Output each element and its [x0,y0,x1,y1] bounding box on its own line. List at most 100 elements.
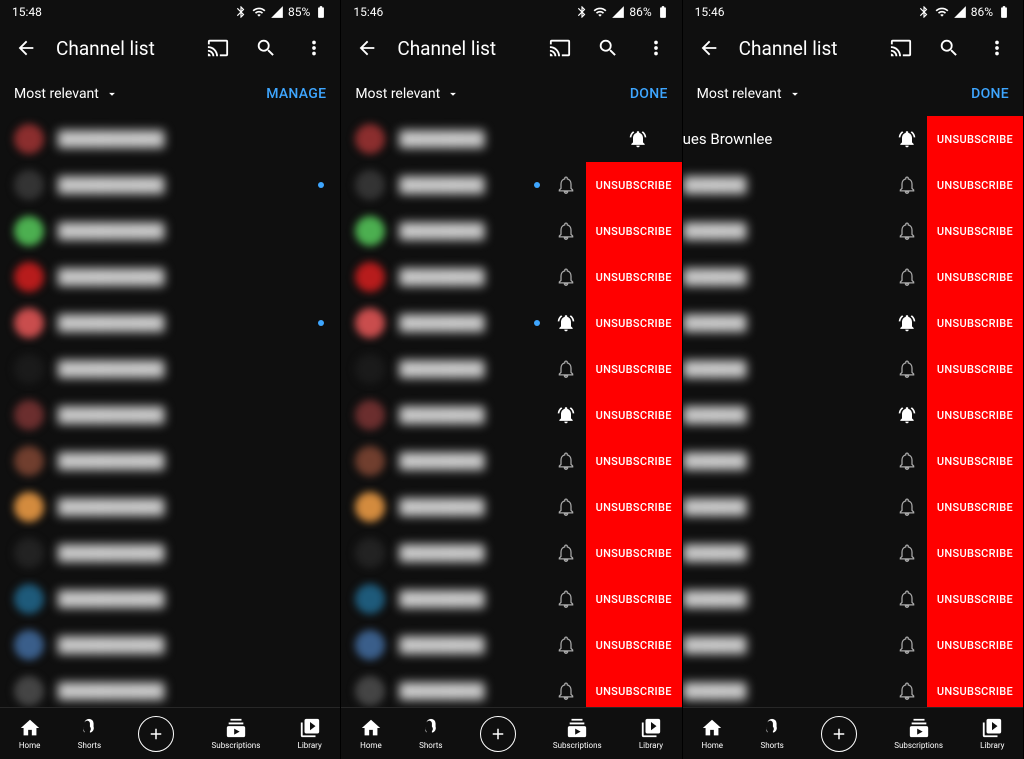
channel-row[interactable]: ██████████ [0,576,340,622]
nav-create[interactable] [138,716,174,752]
unsubscribe-button[interactable]: UNSUBSCRIBE [927,208,1023,254]
cast-button[interactable] [200,30,236,66]
notification-bell[interactable] [887,395,927,435]
more-button[interactable] [979,30,1015,66]
notification-bell[interactable] [887,487,927,527]
notification-bell[interactable] [887,303,927,343]
unsubscribe-button[interactable]: UNSUBSCRIBE [586,530,682,576]
unsubscribe-button[interactable]: UNSUBSCRIBE [927,300,1023,346]
channel-row[interactable]: ██████████ [0,392,340,438]
channel-row[interactable]: ████████UNSUBSCRIBE [341,530,681,576]
channel-row[interactable]: ██████UNSUBSCRIBE [683,576,1023,622]
notification-bell[interactable] [887,671,927,707]
notification-bell[interactable] [618,119,658,159]
channel-row[interactable]: ██████████ [0,530,340,576]
channel-row[interactable]: ████████ [341,116,681,162]
channel-row[interactable]: ██████████ [0,346,340,392]
channel-row[interactable]: ██████████ [0,484,340,530]
notification-bell[interactable] [546,165,586,205]
unsubscribe-button[interactable]: UNSUBSCRIBE [586,346,682,392]
unsubscribe-button[interactable]: UNSUBSCRIBE [927,438,1023,484]
notification-bell[interactable] [546,533,586,573]
more-button[interactable] [296,30,332,66]
back-button[interactable] [691,30,727,66]
cast-button[interactable] [542,30,578,66]
channel-row[interactable]: ██████████ [0,668,340,707]
channel-row[interactable]: ██████UNSUBSCRIBE [683,530,1023,576]
channel-row[interactable]: ██████████ [0,208,340,254]
nav-home[interactable]: Home [19,717,41,750]
nav-subscriptions[interactable]: Subscriptions [553,717,602,750]
nav-subscriptions[interactable]: Subscriptions [894,717,943,750]
channel-row[interactable]: ██████████ [0,116,340,162]
unsubscribe-button[interactable]: UNSUBSCRIBE [586,254,682,300]
channel-list[interactable]: ████████████████████████████████████████… [0,116,340,707]
unsubscribe-button[interactable]: UNSUBSCRIBE [586,208,682,254]
manage-link[interactable]: MANAGE [266,86,326,102]
unsubscribe-button[interactable]: UNSUBSCRIBE [927,254,1023,300]
notification-bell[interactable] [887,165,927,205]
done-link[interactable]: DONE [630,86,668,102]
nav-home[interactable]: Home [701,717,723,750]
channel-row[interactable]: ████████UNSUBSCRIBE [341,300,681,346]
channel-row[interactable]: ██████UNSUBSCRIBE [683,254,1023,300]
channel-list[interactable]: ████████████████UNSUBSCRIBE████████UNSUB… [341,116,681,707]
channel-row[interactable]: ██████UNSUBSCRIBE [683,208,1023,254]
unsubscribe-button[interactable]: UNSUBSCRIBE [586,300,682,346]
notification-bell[interactable] [887,211,927,251]
notification-bell[interactable] [546,211,586,251]
notification-bell[interactable] [887,119,927,159]
channel-row[interactable]: ██████████ [0,254,340,300]
nav-home[interactable]: Home [360,717,382,750]
channel-row[interactable]: ████████UNSUBSCRIBE [341,438,681,484]
nav-library[interactable]: Library [980,717,1004,750]
channel-row[interactable]: ██████UNSUBSCRIBE [683,300,1023,346]
nav-create[interactable] [821,716,857,752]
notification-bell[interactable] [546,349,586,389]
notification-bell[interactable] [887,349,927,389]
unsubscribe-button[interactable]: UNSUBSCRIBE [586,162,682,208]
nav-shorts[interactable]: Shorts [419,717,442,750]
notification-bell[interactable] [546,395,586,435]
unsubscribe-button[interactable]: UNSUBSCRIBE [927,622,1023,668]
channel-row[interactable]: ues BrownleeUNSUBSCRIBE [683,116,1023,162]
unsubscribe-button[interactable]: UNSUBSCRIBE [586,438,682,484]
unsubscribe-button[interactable]: UNSUBSCRIBE [927,484,1023,530]
channel-row[interactable]: ██████████ [0,622,340,668]
nav-library[interactable]: Library [298,717,322,750]
unsubscribe-button[interactable]: UNSUBSCRIBE [927,346,1023,392]
nav-shorts[interactable]: Shorts [760,717,783,750]
back-button[interactable] [8,30,44,66]
channel-list[interactable]: ues BrownleeUNSUBSCRIBE██████UNSUBSCRIBE… [683,116,1023,707]
channel-row[interactable]: ██████UNSUBSCRIBE [683,668,1023,707]
unsubscribe-button[interactable]: UNSUBSCRIBE [586,668,682,707]
unsubscribe-button[interactable]: UNSUBSCRIBE [927,392,1023,438]
done-link[interactable]: DONE [971,86,1009,102]
channel-row[interactable]: ████████UNSUBSCRIBE [341,622,681,668]
channel-row[interactable]: ████████UNSUBSCRIBE [341,484,681,530]
notification-bell[interactable] [887,257,927,297]
more-button[interactable] [638,30,674,66]
channel-row[interactable]: ████████UNSUBSCRIBE [341,392,681,438]
unsubscribe-button[interactable]: UNSUBSCRIBE [586,576,682,622]
nav-subscriptions[interactable]: Subscriptions [212,717,261,750]
nav-library[interactable]: Library [639,717,663,750]
cast-button[interactable] [883,30,919,66]
channel-row[interactable]: ██████UNSUBSCRIBE [683,438,1023,484]
unsubscribe-button[interactable]: UNSUBSCRIBE [927,116,1023,162]
notification-bell[interactable] [546,303,586,343]
sort-dropdown[interactable]: Most relevant [697,86,802,102]
notification-bell[interactable] [887,579,927,619]
channel-row[interactable]: ████████UNSUBSCRIBE [341,576,681,622]
nav-shorts[interactable]: Shorts [78,717,101,750]
channel-row[interactable]: ██████████ [0,438,340,484]
notification-bell[interactable] [887,625,927,665]
channel-row[interactable]: ████████UNSUBSCRIBE [341,668,681,707]
notification-bell[interactable] [546,257,586,297]
notification-bell[interactable] [546,579,586,619]
unsubscribe-button[interactable]: UNSUBSCRIBE [586,392,682,438]
channel-row[interactable]: ██████UNSUBSCRIBE [683,622,1023,668]
channel-row[interactable]: ██████UNSUBSCRIBE [683,162,1023,208]
channel-row[interactable]: ████████UNSUBSCRIBE [341,162,681,208]
sort-dropdown[interactable]: Most relevant [355,86,460,102]
